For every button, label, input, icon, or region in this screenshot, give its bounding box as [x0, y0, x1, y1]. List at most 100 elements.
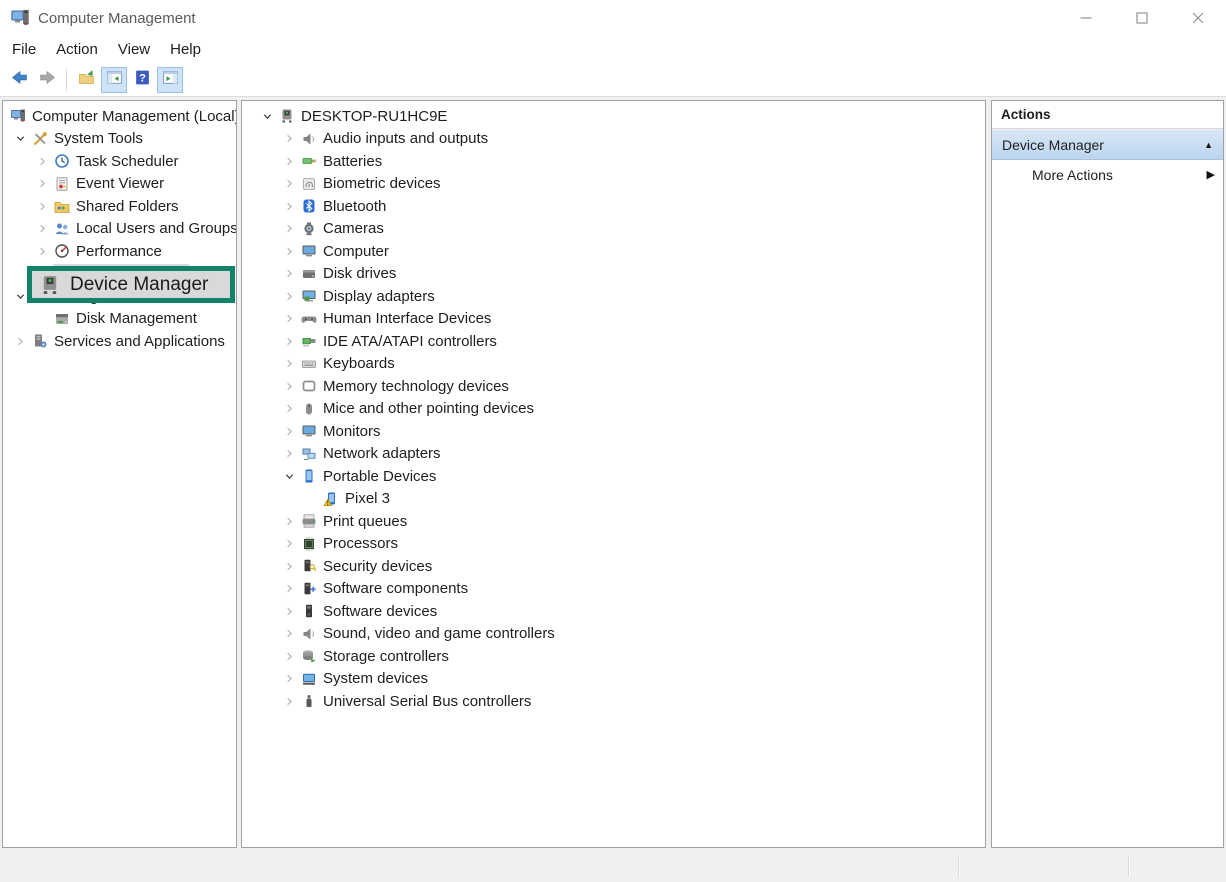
- expand-chevron-icon[interactable]: [278, 626, 300, 642]
- collapse-chevron-icon[interactable]: [256, 108, 278, 124]
- device-tree-item-mice-and-other-pointing-devices[interactable]: Mice and other pointing devices: [242, 398, 985, 421]
- forward-button[interactable]: [34, 67, 60, 93]
- expand-chevron-icon[interactable]: [278, 176, 300, 192]
- device-tree-item-biometric-devices[interactable]: Biometric devices: [242, 173, 985, 196]
- menu-view[interactable]: View: [108, 38, 160, 61]
- expand-chevron-icon[interactable]: [278, 221, 300, 237]
- expand-chevron-icon[interactable]: [278, 536, 300, 552]
- device-tree-item-monitors[interactable]: Monitors: [242, 420, 985, 443]
- expand-chevron-icon[interactable]: [278, 648, 300, 664]
- device-tree-item-network-adapters[interactable]: Network adapters: [242, 443, 985, 466]
- more-actions-item[interactable]: More Actions ▶: [992, 160, 1223, 189]
- export-list-button[interactable]: [73, 67, 99, 93]
- menu-help[interactable]: Help: [160, 38, 211, 61]
- tree-item-label: Cameras: [323, 220, 384, 237]
- device-tree-item-system-devices[interactable]: System devices: [242, 668, 985, 691]
- show-action-pane-button[interactable]: [157, 67, 183, 93]
- tree-item-label: Computer Management (Local): [32, 108, 237, 125]
- statusbar-divider: [1128, 856, 1129, 877]
- expand-chevron-icon[interactable]: [278, 671, 300, 687]
- close-button[interactable]: [1170, 0, 1226, 36]
- device-tree: DESKTOP-RU1HC9EAudio inputs and outputsB…: [242, 101, 985, 713]
- expand-chevron-icon[interactable]: [31, 243, 53, 259]
- collapse-chevron-icon[interactable]: [9, 131, 31, 147]
- tree-item-label: Pixel 3: [345, 490, 390, 507]
- device-tree-item-sound-video-and-game-controllers[interactable]: Sound, video and game controllers: [242, 623, 985, 646]
- device-tree-item-disk-drives[interactable]: Disk drives: [242, 263, 985, 286]
- device-tree-item-ide-ata-atapi-controllers[interactable]: IDE ATA/ATAPI controllers: [242, 330, 985, 353]
- show-console-tree-button[interactable]: [101, 67, 127, 93]
- tree-item-label: System devices: [323, 670, 428, 687]
- console-tree-item-computer-management-local[interactable]: Computer Management (Local): [3, 105, 236, 128]
- expand-chevron-icon[interactable]: [31, 153, 53, 169]
- expand-chevron-icon[interactable]: [278, 153, 300, 169]
- expand-chevron-icon[interactable]: [278, 131, 300, 147]
- device-tree-item-bluetooth[interactable]: Bluetooth: [242, 195, 985, 218]
- expand-chevron-icon[interactable]: [278, 243, 300, 259]
- expand-chevron-icon[interactable]: [278, 446, 300, 462]
- console-tree-item-local-users-and-groups[interactable]: Local Users and Groups: [3, 218, 236, 241]
- device-tree-item-pixel-3[interactable]: Pixel 3: [242, 488, 985, 511]
- tree-item-label: DESKTOP-RU1HC9E: [301, 108, 447, 125]
- console-tree-item-services-and-applications[interactable]: Services and Applications: [3, 330, 236, 353]
- device-tree-item-display-adapters[interactable]: Display adapters: [242, 285, 985, 308]
- console-tree-item-event-viewer[interactable]: Event Viewer: [3, 173, 236, 196]
- expand-chevron-icon[interactable]: [31, 198, 53, 214]
- expand-chevron-icon[interactable]: [278, 581, 300, 597]
- device-tree-item-print-queues[interactable]: Print queues: [242, 510, 985, 533]
- expand-chevron-icon[interactable]: [278, 288, 300, 304]
- expand-chevron-icon[interactable]: [278, 513, 300, 529]
- expand-chevron-icon[interactable]: [278, 311, 300, 327]
- maximize-button[interactable]: [1114, 0, 1170, 36]
- device-tree-item-human-interface-devices[interactable]: Human Interface Devices: [242, 308, 985, 331]
- expand-chevron-icon[interactable]: [278, 558, 300, 574]
- device-tree-item-portable-devices[interactable]: Portable Devices: [242, 465, 985, 488]
- expand-chevron-icon[interactable]: [278, 401, 300, 417]
- console-tree-item-system-tools[interactable]: System Tools: [3, 128, 236, 151]
- console-tree-item-shared-folders[interactable]: Shared Folders: [3, 195, 236, 218]
- expand-chevron-icon[interactable]: [278, 333, 300, 349]
- expand-chevron-icon[interactable]: [278, 693, 300, 709]
- tree-item-label: Processors: [323, 535, 398, 552]
- device-tree-item-desktop-ru1hc9e[interactable]: DESKTOP-RU1HC9E: [242, 105, 985, 128]
- task-scheduler-icon: [53, 153, 71, 170]
- device-tree-item-universal-serial-bus-controllers[interactable]: Universal Serial Bus controllers: [242, 690, 985, 713]
- device-tree-item-audio-inputs-and-outputs[interactable]: Audio inputs and outputs: [242, 128, 985, 151]
- actions-group-device-manager[interactable]: Device Manager ▲: [992, 129, 1223, 160]
- software-component-icon: [300, 580, 318, 597]
- device-tree-item-software-components[interactable]: Software components: [242, 578, 985, 601]
- expand-chevron-icon[interactable]: [278, 603, 300, 619]
- expand-chevron-icon[interactable]: [9, 333, 31, 349]
- menu-file[interactable]: File: [2, 38, 46, 61]
- device-tree-item-memory-technology-devices[interactable]: Memory technology devices: [242, 375, 985, 398]
- system-device-icon: [300, 670, 318, 687]
- collapse-chevron-icon[interactable]: [278, 468, 300, 484]
- menu-action[interactable]: Action: [46, 38, 108, 61]
- tree-item-label: Monitors: [323, 423, 381, 440]
- expand-chevron-icon[interactable]: [278, 198, 300, 214]
- device-tree-item-processors[interactable]: Processors: [242, 533, 985, 556]
- device-manager-highlight-overlay[interactable]: Device Manager: [27, 266, 235, 303]
- device-tree-item-security-devices[interactable]: Security devices: [242, 555, 985, 578]
- device-tree-item-keyboards[interactable]: Keyboards: [242, 353, 985, 376]
- minimize-button[interactable]: [1058, 0, 1114, 36]
- help-button[interactable]: ?: [129, 67, 155, 93]
- expand-chevron-icon[interactable]: [278, 423, 300, 439]
- back-button[interactable]: [6, 67, 32, 93]
- console-tree-item-task-scheduler[interactable]: Task Scheduler: [3, 150, 236, 173]
- device-tree-item-batteries[interactable]: Batteries: [242, 150, 985, 173]
- device-tree-item-storage-controllers[interactable]: Storage controllers: [242, 645, 985, 668]
- expand-chevron-icon[interactable]: [278, 266, 300, 282]
- device-tree-item-software-devices[interactable]: Software devices: [242, 600, 985, 623]
- display-adapter-icon: [300, 288, 318, 305]
- expand-chevron-icon[interactable]: [278, 356, 300, 372]
- console-tree-item-disk-management[interactable]: Disk Management: [3, 308, 236, 331]
- device-tree-item-computer[interactable]: Computer: [242, 240, 985, 263]
- expand-chevron-icon[interactable]: [278, 378, 300, 394]
- expand-chevron-icon[interactable]: [31, 176, 53, 192]
- collapse-group-icon[interactable]: ▲: [1204, 140, 1213, 150]
- chevron-spacer: [31, 311, 53, 327]
- device-tree-item-cameras[interactable]: Cameras: [242, 218, 985, 241]
- console-tree-item-performance[interactable]: Performance: [3, 240, 236, 263]
- expand-chevron-icon[interactable]: [31, 221, 53, 237]
